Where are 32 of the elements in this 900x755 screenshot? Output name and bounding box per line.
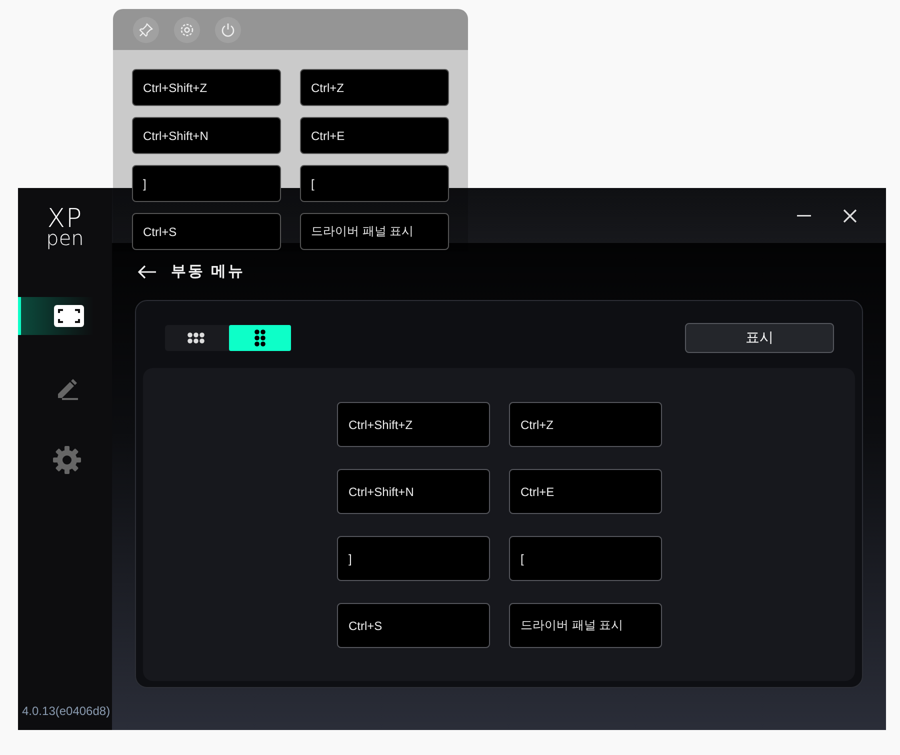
version-text: 4.0.13(e0406d8) (22, 704, 110, 718)
minimize-icon (797, 214, 811, 216)
back-button[interactable] (137, 264, 157, 278)
screen-frame-icon (52, 304, 84, 328)
power-icon[interactable] (215, 16, 241, 42)
arrow-left-icon (137, 264, 157, 278)
shortcut-key[interactable]: ] (336, 536, 490, 581)
shortcut-key[interactable]: 드라이버 패널 표시 (300, 213, 449, 250)
shortcut-key[interactable]: ] (132, 165, 281, 202)
show-button[interactable]: 표시 (685, 323, 834, 353)
logo: XP pen (46, 208, 84, 248)
shortcut-key[interactable]: Ctrl+S (132, 213, 281, 250)
shortcut-key[interactable]: [ (300, 165, 449, 202)
shortcut-key[interactable]: [ (508, 536, 662, 581)
shortcut-key[interactable]: Ctrl+E (300, 117, 449, 154)
page-title: 부동 메뉴 (171, 262, 246, 281)
shortcut-key[interactable]: Ctrl+Z (508, 402, 662, 447)
close-icon (842, 208, 858, 224)
shortcut-key[interactable]: 드라이버 패널 표시 (508, 603, 662, 648)
settings-icon[interactable] (174, 16, 200, 42)
settings-icon (52, 445, 82, 476)
pin-icon[interactable] (133, 16, 159, 42)
shortcut-key[interactable]: Ctrl+Shift+Z (132, 69, 281, 106)
dots-grid-icon (254, 329, 266, 347)
shortcut-key[interactable]: Ctrl+Shift+N (132, 117, 281, 154)
shortcut-key[interactable]: Ctrl+Shift+Z (336, 402, 490, 447)
shortcut-key[interactable]: Ctrl+Shift+N (336, 469, 490, 514)
dots-grid-icon (187, 332, 205, 344)
shortcut-key[interactable]: Ctrl+S (336, 603, 490, 648)
shortcut-key[interactable]: Ctrl+E (508, 469, 662, 514)
layout-option[interactable] (229, 325, 291, 351)
shortcut-key[interactable]: Ctrl+Z (300, 69, 449, 106)
